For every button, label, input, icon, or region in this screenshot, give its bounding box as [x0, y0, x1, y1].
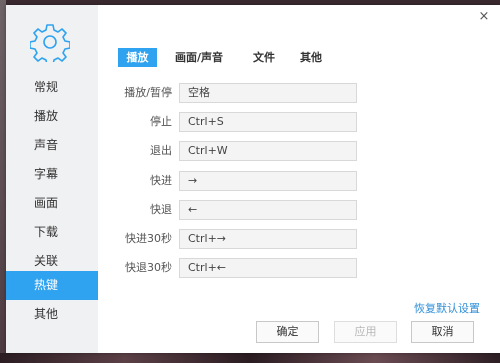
sidebar-item-playback[interactable]: 播放	[6, 102, 98, 131]
hotkey-label-stop: 停止	[150, 115, 172, 128]
hotkey-label-rewind: 快退	[150, 203, 172, 216]
sidebar-item-download[interactable]: 下载	[6, 218, 98, 247]
hotkey-field-stop[interactable]: Ctrl+S	[179, 112, 357, 132]
hotkey-label-forward-30s: 快进30秒	[125, 232, 172, 245]
hotkey-label-rewind-30s: 快退30秒	[125, 261, 172, 274]
tab-picture-sound[interactable]: 画面/声音	[170, 48, 228, 67]
sidebar-item-other[interactable]: 其他	[6, 300, 98, 329]
gear-icon	[30, 24, 70, 62]
tab-other[interactable]: 其他	[294, 48, 328, 67]
hotkey-field-rewind-30s[interactable]: Ctrl+←	[179, 258, 357, 278]
hotkey-field-rewind[interactable]: ←	[179, 200, 357, 220]
tab-file[interactable]: 文件	[247, 48, 281, 67]
ok-button[interactable]: 确定	[256, 321, 319, 343]
hotkey-label-exit: 退出	[150, 144, 172, 157]
hotkey-field-play-pause[interactable]: 空格	[179, 83, 357, 103]
settings-dialog: 常规 播放 声音 字幕 画面 下载 关联 热键 其他 × 播放 画面/声音 文件…	[6, 5, 500, 353]
sidebar-item-picture[interactable]: 画面	[6, 189, 98, 218]
hotkey-field-forward-30s[interactable]: Ctrl+→	[179, 229, 357, 249]
close-icon[interactable]: ×	[478, 10, 490, 23]
apply-button[interactable]: 应用	[334, 321, 397, 343]
hotkey-field-forward[interactable]: →	[179, 171, 357, 191]
hotkey-label-forward: 快进	[150, 174, 172, 187]
hotkey-label-play-pause: 播放/暂停	[124, 86, 172, 99]
sidebar-item-general[interactable]: 常规	[6, 73, 98, 102]
restore-defaults-link[interactable]: 恢复默认设置	[414, 300, 480, 316]
sidebar: 常规 播放 声音 字幕 画面 下载 关联 热键 其他	[6, 5, 98, 353]
sidebar-item-subtitle[interactable]: 字幕	[6, 160, 98, 189]
tab-playback[interactable]: 播放	[118, 48, 157, 67]
background-bottom	[0, 353, 500, 363]
hotkey-field-exit[interactable]: Ctrl+W	[179, 141, 357, 161]
sidebar-item-sound[interactable]: 声音	[6, 131, 98, 160]
sidebar-item-hotkeys[interactable]: 热键	[6, 271, 98, 300]
cancel-button[interactable]: 取消	[411, 321, 474, 343]
